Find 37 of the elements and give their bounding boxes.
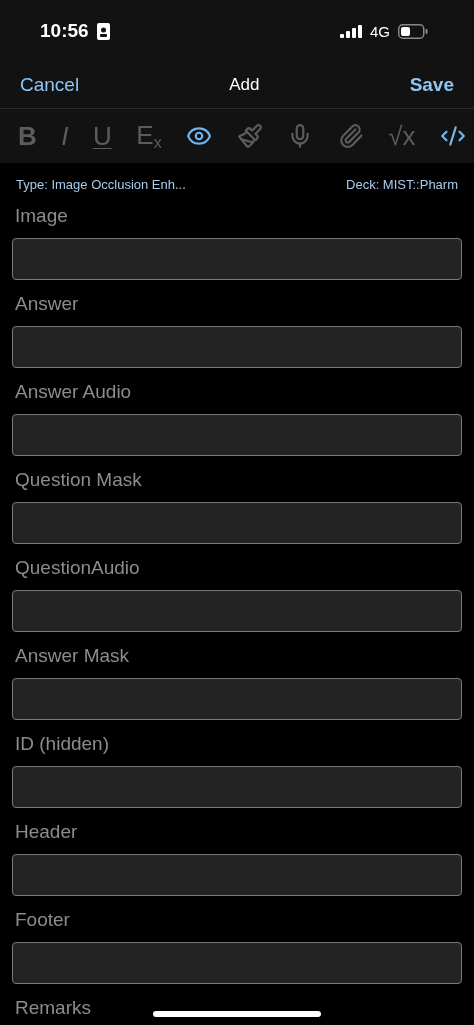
input-field[interactable] xyxy=(12,414,462,456)
clock-time: 10:56 xyxy=(40,20,89,42)
input-field[interactable] xyxy=(12,238,462,280)
battery-icon xyxy=(398,23,428,39)
code-icon[interactable] xyxy=(439,123,466,149)
save-button[interactable]: Save xyxy=(409,74,454,96)
deck-link[interactable]: Deck: MIST::Pharm xyxy=(346,177,458,192)
format-button[interactable]: U xyxy=(93,123,112,149)
network-label: 4G xyxy=(370,22,390,40)
field-label: Remarks xyxy=(14,996,92,1020)
format-button[interactable]: I xyxy=(61,123,69,149)
format-button[interactable]: √x xyxy=(388,123,416,149)
input-field[interactable] xyxy=(12,942,462,984)
format-button[interactable]: E$_{x}$ xyxy=(136,121,162,151)
contact-card-icon xyxy=(96,22,110,40)
field-label: ID (hidden) xyxy=(14,732,110,756)
field-label: Answer Audio xyxy=(14,380,133,404)
note-type-link[interactable]: Type: Image Occlusion Enh... xyxy=(16,177,186,192)
field-label: Answer Mask xyxy=(14,644,131,668)
input-field[interactable] xyxy=(12,854,462,896)
paperclip-icon[interactable] xyxy=(337,123,364,149)
input-field[interactable] xyxy=(12,590,462,632)
cancel-button[interactable]: Cancel xyxy=(20,74,80,96)
format-button[interactable]: B xyxy=(18,123,37,149)
paintbrush-icon[interactable] xyxy=(236,123,263,149)
screen-title: Add xyxy=(229,75,260,95)
field-label: Footer xyxy=(14,908,71,932)
input-field[interactable] xyxy=(12,326,462,368)
input-field[interactable] xyxy=(12,766,462,808)
input-field[interactable] xyxy=(12,502,462,544)
signal-icon xyxy=(340,24,362,38)
field-label: Header xyxy=(14,820,79,844)
field-label: Answer xyxy=(14,292,80,316)
input-field[interactable] xyxy=(12,678,462,720)
field-label: Image xyxy=(14,204,69,228)
field-label: QuestionAudio xyxy=(14,556,141,580)
field-label: Question Mask xyxy=(14,468,143,492)
